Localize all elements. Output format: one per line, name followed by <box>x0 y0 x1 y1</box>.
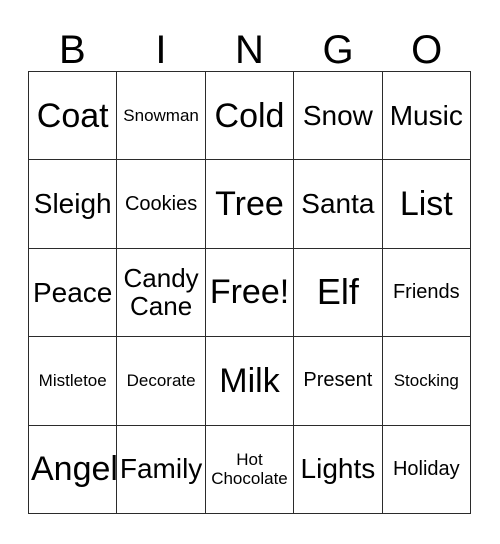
bingo-cell-label: Hot Chocolate <box>211 450 288 489</box>
header-letter-b: B <box>58 28 86 72</box>
bingo-cell-label: Stocking <box>393 370 459 390</box>
bingo-cell[interactable]: Lights <box>294 425 383 514</box>
bingo-cell[interactable]: Peace <box>29 248 118 338</box>
bingo-cell[interactable]: Hot Chocolate <box>205 425 295 514</box>
bingo-cell[interactable]: Decorate <box>117 337 206 426</box>
bingo-cell-label: Peace <box>32 276 113 308</box>
header-letter-n: N <box>235 28 264 72</box>
header-letter-i: I <box>155 28 167 72</box>
bingo-cell[interactable]: Coat <box>29 72 118 161</box>
bingo-cell[interactable]: Snowman <box>117 72 206 161</box>
bingo-header: B I N G O <box>28 18 471 71</box>
bingo-cell-label: Milk <box>219 361 280 400</box>
bingo-cell-label: Lights <box>300 453 376 485</box>
bingo-grid: Coat Snowman Cold Snow Music Sleigh Cook… <box>28 71 471 514</box>
bingo-cell-label: Music <box>389 99 463 131</box>
bingo-cell-label: Holiday <box>392 457 460 480</box>
bingo-cell[interactable]: Stocking <box>382 337 471 426</box>
bingo-cell-label: Free! <box>209 273 290 312</box>
header-letter-g: G <box>322 28 354 72</box>
bingo-cell-label: Family <box>119 453 203 485</box>
bingo-cell[interactable]: Music <box>382 72 471 161</box>
bingo-cell-label: Cookies <box>124 192 198 215</box>
bingo-cell-label: Candy Cane <box>123 263 199 322</box>
bingo-cell[interactable]: List <box>382 160 471 249</box>
bingo-cell[interactable]: Mistletoe <box>29 337 118 426</box>
bingo-cell-label: Mistletoe <box>38 370 107 390</box>
bingo-cell[interactable]: Friends <box>382 248 471 338</box>
bingo-cell-label: Friends <box>392 280 460 303</box>
bingo-cell-free-space[interactable]: Free! <box>205 248 295 338</box>
bingo-cell[interactable]: Santa <box>294 160 383 249</box>
bingo-cell-label: Elf <box>316 271 359 313</box>
bingo-cell-label: Present <box>303 369 373 392</box>
bingo-cell-label: Decorate <box>126 370 196 390</box>
bingo-cell[interactable]: Cookies <box>117 160 206 249</box>
bingo-cell-label: Angel <box>31 450 118 489</box>
bingo-cell[interactable]: Present <box>294 337 383 426</box>
bingo-cell[interactable]: Candy Cane <box>117 248 206 338</box>
bingo-cell[interactable]: Family <box>117 425 206 514</box>
bingo-cell[interactable]: Cold <box>205 72 295 161</box>
bingo-cell-label: Sleigh <box>33 188 112 220</box>
bingo-cell-label: Cold <box>214 96 285 135</box>
bingo-cell[interactable]: Angel <box>29 425 118 514</box>
bingo-cell[interactable]: Tree <box>205 160 295 249</box>
bingo-cell[interactable]: Holiday <box>382 425 471 514</box>
bingo-cell-label: Coat <box>36 96 109 135</box>
bingo-cell[interactable]: Snow <box>294 72 383 161</box>
bingo-cell-label: Tree <box>215 185 284 224</box>
bingo-cell-label: Snowman <box>123 105 199 125</box>
bingo-cell-label: List <box>399 185 453 224</box>
header-letter-o: O <box>411 28 443 72</box>
bingo-cell[interactable]: Milk <box>205 337 295 426</box>
bingo-card: B I N G O Coat Snowman Cold Snow Music S… <box>0 0 500 544</box>
bingo-cell[interactable]: Elf <box>294 248 383 338</box>
bingo-cell[interactable]: Sleigh <box>29 160 118 249</box>
bingo-cell-label: Santa <box>301 188 375 220</box>
bingo-cell-label: Snow <box>302 99 373 131</box>
